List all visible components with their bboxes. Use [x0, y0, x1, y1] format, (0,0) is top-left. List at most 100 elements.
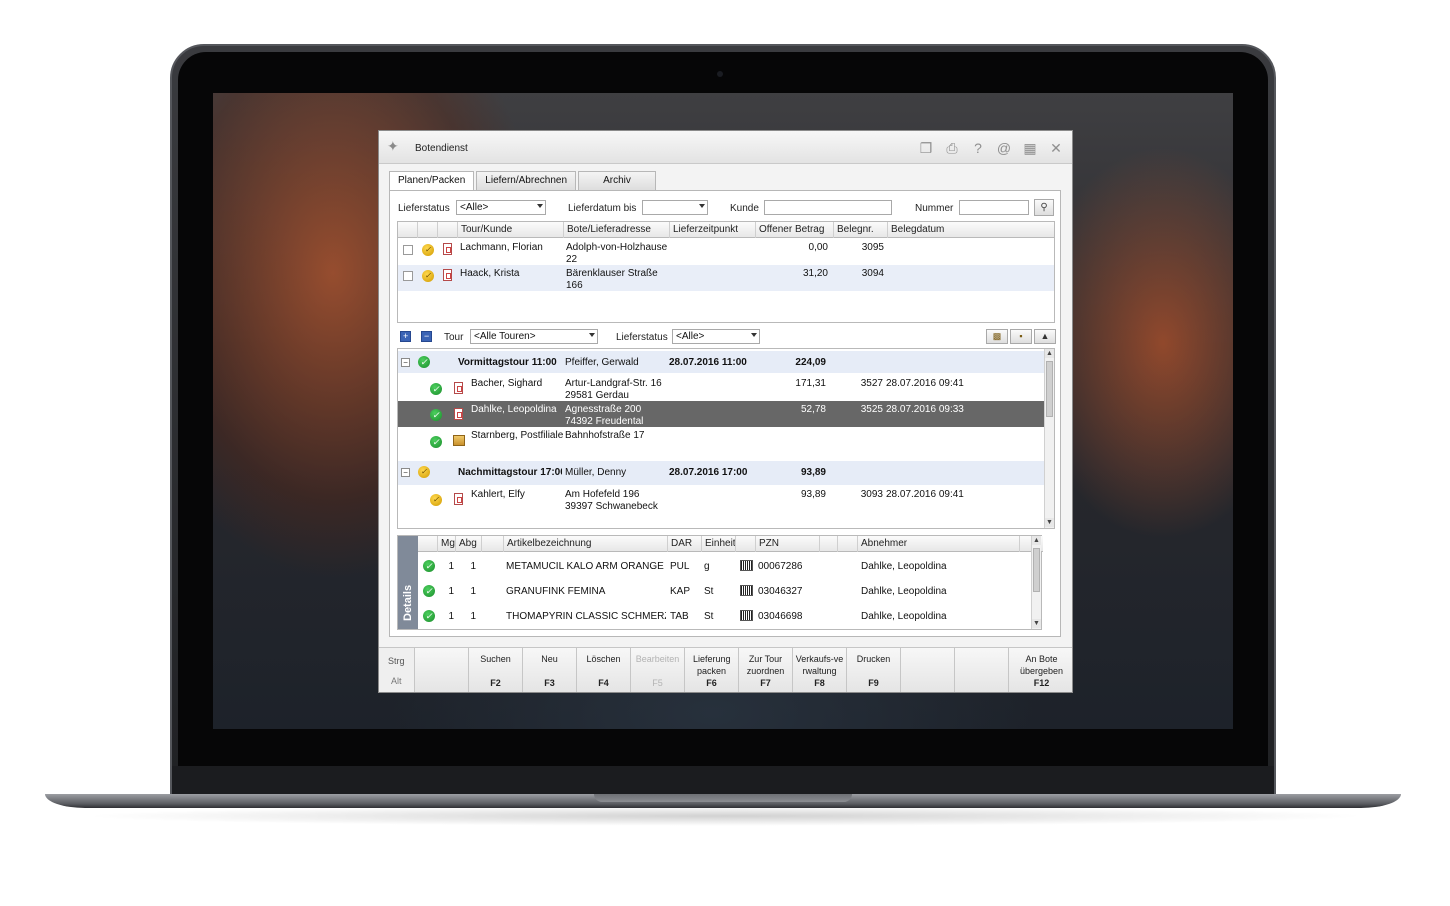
orders-grid: Tour/Kunde Bote/Lieferadresse Lieferzeit… — [397, 221, 1055, 323]
fkey-key: F9 — [868, 678, 879, 688]
col-pzn[interactable]: PZN — [756, 536, 820, 552]
scroll-down-icon[interactable]: ▼ — [1032, 619, 1041, 628]
details-tab[interactable]: Details — [398, 536, 418, 629]
row-checkbox[interactable] — [403, 271, 413, 281]
tour-item-row[interactable]: ✓ Bacher, Sighard Artur-Landgraf-Str. 16… — [398, 375, 1054, 401]
scroll-down-icon[interactable]: ▼ — [1045, 518, 1054, 527]
fkey-f10-button[interactable] — [901, 648, 955, 692]
tour-lieferstatus-select[interactable]: <Alle> — [672, 329, 760, 344]
truck-edit-icon: ▪ — [1019, 331, 1023, 341]
detail-abg: 1 — [470, 611, 476, 622]
expand-all-icon[interactable]: + — [400, 331, 411, 342]
col-mg[interactable]: Mg — [438, 536, 456, 552]
lieferstatus-label: Lieferstatus — [398, 203, 450, 214]
tour-add-button[interactable]: ▩ — [986, 329, 1008, 344]
function-key-bar: Strg Alt Suchen F2 Neu F3 Löschen F4 Bearbe… — [379, 647, 1072, 692]
col-abg[interactable]: Abg — [456, 536, 482, 552]
laptop-notch — [594, 794, 852, 802]
tour-group-row[interactable]: − ✓ Nachmittagstour 17:00 Müller, Denny … — [398, 461, 1054, 485]
col-status — [418, 536, 438, 552]
lieferstatus-select[interactable]: <Alle> — [456, 200, 546, 215]
tour-select[interactable]: <Alle Touren> — [470, 329, 598, 344]
search-button[interactable]: ⚲ — [1034, 199, 1054, 216]
help-icon[interactable]: ? — [970, 140, 986, 156]
details-row[interactable]: ✓ 1 1 METAMUCIL KALO ARM ORANGE PUL g 00… — [418, 554, 1023, 579]
fkey-label: Verkaufs-verwaltung — [795, 654, 844, 676]
tour-bote: Müller, Denny — [565, 467, 627, 478]
printer-icon[interactable]: ⎙ — [944, 140, 960, 156]
email-icon[interactable]: @ — [996, 140, 1012, 156]
detail-abg: 1 — [470, 586, 476, 597]
col-lieferzeitpunkt[interactable]: Lieferzeitpunkt — [670, 222, 756, 238]
col-belegnr[interactable]: Belegnr. — [834, 222, 888, 238]
col-tour-kunde[interactable]: Tour/Kunde — [458, 222, 564, 238]
detail-dar: KAP — [670, 586, 691, 597]
col-bote-lieferadresse[interactable]: Bote/Lieferadresse — [564, 222, 670, 238]
detail-abnehmer: Dahlke, Leopoldina — [861, 561, 947, 572]
table-row[interactable]: ✓ Lachmann, Florian Adolph-von-Holzhause… — [398, 239, 1054, 265]
collapse-icon[interactable]: − — [401, 358, 410, 367]
details-row[interactable]: ✓ 1 1 GRANUFINK FEMINA KAP St 03046327 D… — [418, 579, 1023, 604]
suchen-button[interactable]: Suchen F2 — [469, 648, 523, 692]
details-scrollbar[interactable]: ▲ ▼ — [1031, 536, 1041, 629]
col-einheit[interactable]: Einheit — [702, 536, 736, 552]
drucken-button[interactable]: Drucken F9 — [847, 648, 901, 692]
tours-scrollbar[interactable]: ▲ ▼ — [1044, 349, 1054, 528]
col-abnehmer[interactable]: Abnehmer — [858, 536, 1020, 552]
tour-lieferstatus-label: Lieferstatus — [616, 332, 668, 343]
nummer-label: Nummer — [915, 203, 954, 214]
lieferung-packen-button[interactable]: Lieferung packen F6 — [685, 648, 739, 692]
row-checkbox[interactable] — [403, 245, 413, 255]
bearbeiten-button[interactable]: Bearbeiten F5 — [631, 648, 685, 692]
detail-einheit: g — [704, 561, 710, 572]
close-icon[interactable]: ✕ — [1048, 140, 1064, 156]
truck-icon: ▩ — [992, 331, 1002, 341]
tour-item-row[interactable]: ✓ Starnberg, Postfiliale Bahnhofstraße 1… — [398, 427, 1054, 453]
neu-button[interactable]: Neu F3 — [523, 648, 577, 692]
chevron-down-icon — [751, 333, 757, 337]
col-select — [398, 222, 418, 238]
details-row[interactable]: ✓ 1 1 THOMAPYRIN CLASSIC SCHMERZ TAB St … — [418, 604, 1023, 629]
kunde-input[interactable] — [764, 200, 892, 215]
scroll-up-icon[interactable]: ▲ — [1045, 349, 1054, 358]
detail-pzn: 00067286 — [758, 561, 803, 572]
fkey-f11-button[interactable] — [955, 648, 1009, 692]
nummer-input[interactable] — [959, 200, 1029, 215]
detail-mg: 1 — [448, 561, 454, 572]
col-belegdatum[interactable]: Belegdatum — [888, 222, 1056, 238]
scroll-up-icon[interactable]: ▲ — [1032, 536, 1041, 545]
calculator-icon[interactable]: ▦ — [1022, 140, 1038, 156]
tours-grid: − ✓ Vormittagstour 11:00 Pfeiffer, Gerwa… — [397, 348, 1055, 529]
tab-liefern-abrechnen[interactable]: Liefern/Abrechnen — [476, 171, 577, 191]
table-row[interactable]: ✓ Haack, Krista Bärenklauser Straße 166 … — [398, 265, 1054, 291]
zur-tour-zuordnen-button[interactable]: Zur Tour zuordnen F7 — [739, 648, 793, 692]
verkaufsverwaltung-button[interactable]: Verkaufs-verwaltung F8 — [793, 648, 847, 692]
tab-planen-packen[interactable]: Planen/Packen — [389, 171, 475, 192]
col-offener-betrag[interactable]: Offener Betrag — [756, 222, 834, 238]
tour-item-row[interactable]: ✓ Kahlert, Elfy Am Hofefeld 196 39397 Sc… — [398, 486, 1054, 513]
scroll-thumb[interactable] — [1046, 361, 1053, 417]
scroll-thumb[interactable] — [1033, 548, 1040, 592]
tour-edit-button[interactable]: ▪ — [1010, 329, 1032, 344]
delivered-icon: ✓ — [430, 383, 442, 395]
an-bote-uebergeben-button[interactable]: An Bote übergeben F12 — [1009, 648, 1072, 692]
detail-artikel: GRANUFINK FEMINA — [506, 586, 606, 597]
tab-archiv[interactable]: Archiv — [578, 171, 657, 191]
collapse-icon[interactable]: − — [401, 468, 410, 477]
col-dar[interactable]: DAR — [668, 536, 702, 552]
collapse-panel-button[interactable]: ▲ — [1034, 329, 1056, 344]
details-tab-label: Details — [402, 584, 414, 621]
fkey-f1-button[interactable] — [415, 648, 469, 692]
tour-group-row[interactable]: − ✓ Vormittagstour 11:00 Pfeiffer, Gerwa… — [398, 351, 1054, 373]
clipboard-icon[interactable]: ❐ — [918, 140, 934, 156]
row-belegnr: 3095 — [861, 242, 884, 253]
tour-item-row-selected[interactable]: ✓ Dahlke, Leopoldina Agnesstraße 200 743… — [398, 401, 1054, 427]
collapse-all-icon[interactable]: − — [421, 331, 432, 342]
col-artikel[interactable]: Artikelbezeichnung — [504, 536, 668, 552]
window-title: Botendienst — [415, 143, 468, 154]
lieferdatum-select[interactable] — [642, 200, 708, 215]
tour-label: Tour — [444, 332, 464, 343]
row-adresse: Bärenklauser Straße — [566, 268, 658, 279]
loeschen-button[interactable]: Löschen F4 — [577, 648, 631, 692]
detail-einheit: St — [704, 586, 714, 597]
